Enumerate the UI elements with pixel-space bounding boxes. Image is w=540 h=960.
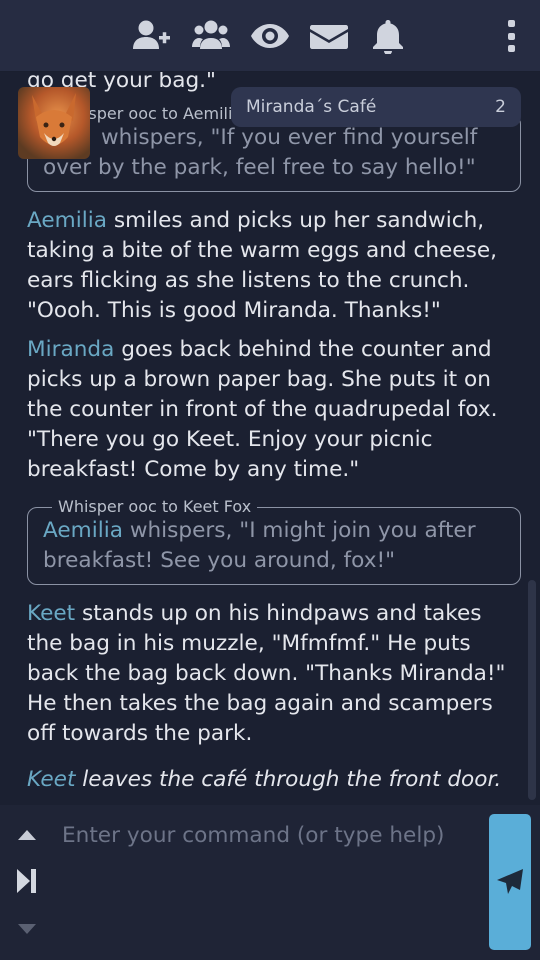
whisper-box: Whisper ooc to Keet Fox Aemilia whispers… [27, 497, 521, 585]
chat-message: Keet leaves the café through the front d… [27, 765, 521, 795]
character-name[interactable]: Aemilia [27, 208, 107, 233]
history-down-icon[interactable] [16, 918, 38, 940]
toolbar-icons [132, 16, 408, 56]
chat-message: Miranda goes back behind the counter and… [27, 335, 521, 485]
history-up-icon[interactable] [16, 824, 38, 846]
command-input[interactable] [48, 815, 478, 855]
chat-message: Keet stands up on his hindpaws and takes… [27, 599, 521, 749]
chat-message: Aemilia smiles and picks up her sandwich… [27, 206, 521, 326]
top-toolbar [0, 0, 540, 72]
bell-icon[interactable] [368, 16, 408, 56]
step-forward-icon[interactable] [16, 869, 38, 893]
mail-icon[interactable] [309, 16, 349, 56]
send-icon [497, 869, 523, 894]
character-name[interactable]: Aemilia [43, 518, 123, 543]
vertical-dots-icon[interactable] [504, 20, 518, 52]
add-user-icon[interactable] [132, 16, 172, 56]
group-icon[interactable] [191, 16, 231, 56]
character-name[interactable]: Keet [27, 767, 75, 792]
send-button[interactable] [489, 814, 531, 950]
command-bar [0, 805, 540, 960]
chat-messages: go get your bag." Whisper ooc to Aemilia… [27, 72, 521, 802]
message-text: leaves the café through the front door. [75, 767, 502, 792]
chat-scrollbar[interactable] [528, 580, 536, 800]
message-text: stands up on his hindpaws and takes the … [27, 601, 506, 746]
room-player-count: 2 [495, 97, 506, 117]
character-avatar[interactable] [18, 87, 90, 159]
room-name: Miranda´s Café [246, 97, 377, 117]
chat-log: go get your bag." Whisper ooc to Aemilia… [0, 72, 540, 802]
character-name[interactable]: Miranda [27, 337, 114, 362]
whisper-label: Whisper ooc to Keet Fox [52, 497, 258, 517]
character-name[interactable]: Keet [27, 601, 75, 626]
room-indicator[interactable]: Miranda´s Café 2 [231, 87, 521, 127]
eye-icon[interactable] [250, 16, 290, 56]
whisper-text: whispers, "If you ever find yourself ove… [43, 125, 478, 180]
